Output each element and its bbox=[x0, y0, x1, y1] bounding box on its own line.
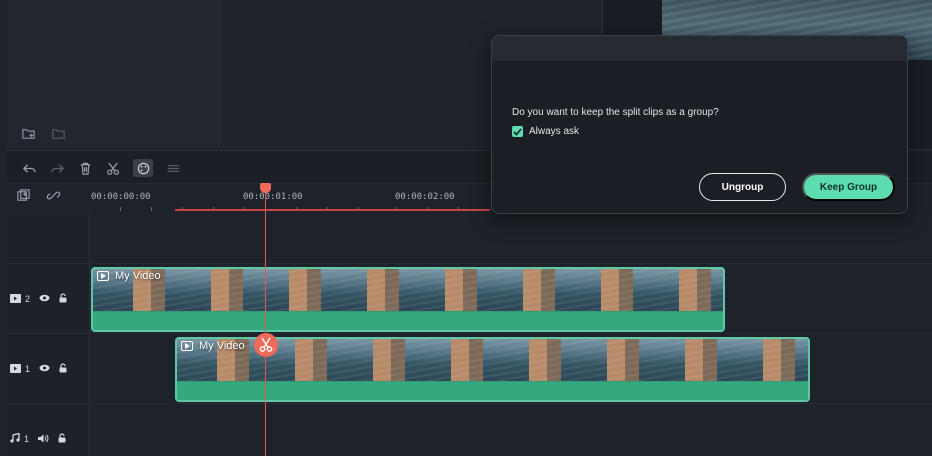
audio-track-icon bbox=[10, 432, 20, 445]
clip-label: My Video bbox=[181, 340, 245, 352]
folder-icon[interactable] bbox=[50, 126, 66, 140]
speaker-icon[interactable] bbox=[38, 434, 49, 445]
add-track-icon[interactable] bbox=[15, 188, 31, 202]
track-number: 2 bbox=[25, 294, 31, 304]
eye-icon[interactable] bbox=[39, 364, 50, 374]
media-tools bbox=[20, 126, 66, 140]
ruler-tick bbox=[151, 207, 152, 211]
track-number: 1 bbox=[24, 434, 30, 444]
timecode-1: 00:00:01:00 bbox=[243, 192, 303, 202]
timecode-0: 00:00:00:00 bbox=[91, 192, 151, 202]
track-number: 1 bbox=[25, 364, 31, 374]
video-track-icon bbox=[10, 363, 21, 375]
always-ask-checkbox-row[interactable]: Always ask bbox=[512, 126, 579, 137]
lock-icon[interactable] bbox=[59, 363, 67, 375]
track-controls-audio-1: 1 bbox=[10, 432, 66, 445]
video-clip-track-2[interactable]: My Video bbox=[91, 267, 725, 332]
selection-range bbox=[175, 209, 490, 211]
lock-icon[interactable] bbox=[59, 293, 67, 305]
video-track-icon bbox=[10, 293, 21, 305]
undo-icon[interactable] bbox=[21, 161, 37, 175]
track-row-audio-1 bbox=[7, 404, 932, 456]
dialog-message: Do you want to keep the split clips as a… bbox=[512, 107, 719, 118]
lock-icon[interactable] bbox=[58, 433, 66, 445]
dialog-titlebar[interactable] bbox=[492, 36, 907, 61]
always-ask-checkbox[interactable] bbox=[512, 126, 523, 137]
play-icon bbox=[97, 271, 109, 281]
scissors-icon[interactable] bbox=[105, 161, 121, 175]
playhead-handle[interactable] bbox=[260, 183, 271, 193]
redo-icon[interactable] bbox=[49, 161, 65, 175]
ruler-tick bbox=[120, 207, 121, 211]
split-scissors-icon[interactable] bbox=[254, 333, 278, 357]
trash-icon[interactable] bbox=[77, 161, 93, 175]
always-ask-label: Always ask bbox=[529, 126, 580, 137]
track-controls-video-1: 1 bbox=[10, 363, 67, 375]
timecode-2: 00:00:02:00 bbox=[395, 192, 455, 202]
clip-name: My Video bbox=[199, 340, 245, 352]
keep-group-button[interactable]: Keep Group bbox=[802, 173, 895, 201]
playhead-line[interactable] bbox=[265, 188, 266, 456]
empty-track-row bbox=[7, 214, 932, 264]
split-group-dialog: Do you want to keep the split clips as a… bbox=[491, 35, 908, 214]
clip-bar bbox=[93, 312, 723, 330]
palette-icon[interactable] bbox=[133, 159, 153, 177]
clip-thumbnails bbox=[93, 269, 723, 311]
ungroup-button[interactable]: Ungroup bbox=[699, 173, 786, 201]
clip-name: My Video bbox=[115, 270, 161, 282]
link-icon[interactable] bbox=[45, 188, 61, 202]
adjust-icon[interactable] bbox=[165, 161, 181, 175]
clip-label: My Video bbox=[97, 270, 161, 282]
new-folder-icon[interactable] bbox=[20, 126, 36, 140]
clip-bar bbox=[177, 382, 808, 400]
eye-icon[interactable] bbox=[39, 294, 50, 304]
track-controls-video-2: 2 bbox=[10, 293, 67, 305]
play-icon bbox=[181, 341, 193, 351]
